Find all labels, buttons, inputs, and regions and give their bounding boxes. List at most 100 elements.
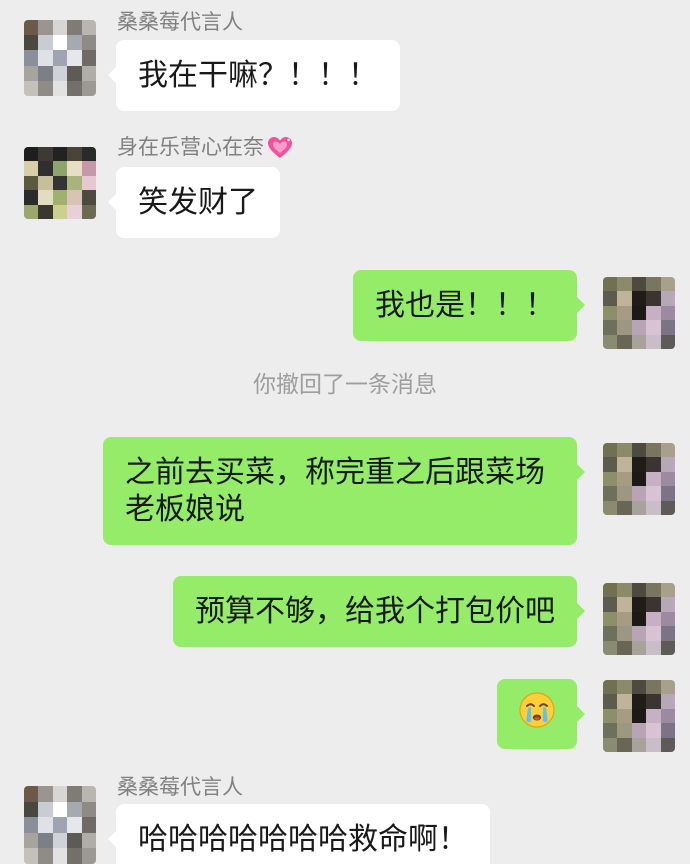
avatar-mosaic-cell	[660, 583, 675, 598]
chat-message-list[interactable]: 桑桑莓代言人 我在干嘛？！！！ 身在乐营心在奈 笑发财了 我也是！！！ 你撤回了…	[0, 0, 690, 864]
avatar-mosaic-cell	[81, 190, 96, 205]
avatar-mosaic-cell	[603, 277, 618, 292]
avatar-mosaic-cell	[24, 147, 39, 162]
avatar-mosaic-cell	[52, 175, 68, 191]
avatar-mosaic-cell	[603, 694, 618, 709]
avatar-mosaic-cell	[52, 832, 68, 849]
avatar-mosaic-cell	[603, 334, 618, 349]
avatar-mosaic-cell	[67, 65, 82, 81]
avatar-mosaic-cell	[660, 694, 675, 709]
avatar-mosaic-cell	[646, 443, 661, 458]
avatar-mosaic-cell	[646, 457, 661, 472]
avatar-mosaic-cell	[631, 626, 647, 641]
message-bubble[interactable]: 之前去买菜，称完重之后跟菜场老板娘说	[103, 437, 585, 545]
avatar-mosaic-cell	[617, 486, 632, 501]
avatar-mosaic-cell	[38, 175, 53, 191]
avatar-mosaic-cell	[67, 147, 82, 162]
avatar-mosaic-cell	[603, 708, 618, 724]
message-text: 哈哈哈哈哈哈哈救命啊！	[138, 823, 468, 856]
avatar-mosaic-cell	[617, 471, 632, 487]
avatar-mosaic-cell	[603, 486, 618, 501]
avatar-mosaic-cell	[617, 291, 632, 306]
avatar-mosaic-cell	[631, 305, 647, 321]
message-text: 我在干嘛？！！！	[138, 59, 378, 92]
avatar-mosaic-cell	[631, 583, 647, 598]
avatar-mosaic-cell	[646, 680, 661, 695]
avatar-mosaic-cell	[603, 723, 618, 738]
recall-notice: 你撤回了一条消息	[253, 371, 437, 397]
avatar-mosaic-cell	[38, 817, 53, 833]
message-text: 之前去买菜，称完重之后跟菜场老板娘说	[125, 456, 545, 526]
avatar-mosaic-cell	[81, 147, 96, 162]
sender-name-text: 桑桑莓代言人	[117, 776, 243, 799]
avatar-mosaic-cell	[52, 204, 68, 219]
sender-name-text: 桑桑莓代言人	[117, 11, 243, 34]
avatar-mosaic-cell	[646, 471, 661, 487]
avatar-mosaic-cell	[52, 817, 68, 833]
self-avatar[interactable]	[603, 277, 675, 349]
message-bubble[interactable]: 我在干嘛？！！！	[108, 40, 400, 111]
avatar-mosaic-cell	[631, 486, 647, 501]
avatar-mosaic-cell	[38, 801, 53, 818]
avatar-mosaic-cell	[52, 65, 68, 81]
message-bubble[interactable]: 预算不够，给我个打包价吧	[173, 576, 585, 647]
avatar-mosaic-cell	[617, 443, 632, 458]
avatar-mosaic-cell	[631, 277, 647, 292]
avatar-mosaic-cell	[603, 680, 618, 695]
avatar-mosaic-cell	[81, 161, 96, 176]
message-bubble[interactable]: 哈哈哈哈哈哈哈救命啊！	[108, 804, 490, 864]
self-avatar[interactable]	[603, 443, 675, 515]
avatar-mosaic-cell	[617, 708, 632, 724]
message-bubble[interactable]: 笑发财了	[108, 167, 280, 238]
avatar-mosaic-cell	[67, 80, 82, 96]
avatar-mosaic-cell	[38, 786, 53, 802]
self-avatar[interactable]	[603, 680, 675, 752]
avatar-mosaic-cell	[38, 50, 53, 66]
avatar-mosaic-cell	[631, 597, 647, 612]
avatar-mosaic-cell	[81, 817, 96, 833]
avatar-mosaic-cell	[81, 204, 96, 219]
avatar-mosaic-cell	[24, 190, 39, 205]
avatar-mosaic-cell	[52, 786, 68, 802]
avatar-mosaic-cell	[631, 291, 647, 306]
avatar-mosaic-cell	[24, 161, 39, 176]
avatar-mosaic-cell	[631, 500, 647, 515]
avatar-mosaic-cell	[603, 500, 618, 515]
avatar-mosaic-cell	[603, 737, 618, 752]
avatar-mosaic-cell	[646, 277, 661, 292]
avatar-mosaic-cell	[617, 583, 632, 598]
avatar-mosaic-cell	[631, 320, 647, 335]
avatar-mosaic-cell	[646, 611, 661, 627]
avatar-mosaic-cell	[617, 334, 632, 349]
self-avatar[interactable]	[603, 583, 675, 655]
avatar-mosaic-cell	[24, 817, 39, 833]
avatar-mosaic-cell	[81, 801, 96, 818]
avatar-mosaic-cell	[631, 708, 647, 724]
avatar-mosaic-cell	[631, 334, 647, 349]
message-bubble[interactable]: 我也是！！！	[353, 270, 585, 341]
avatar-mosaic-cell	[660, 471, 675, 487]
avatar-mosaic-cell	[660, 597, 675, 612]
avatar-mosaic-cell	[617, 611, 632, 627]
avatar-mosaic-cell	[24, 20, 39, 36]
sender-avatar[interactable]	[24, 147, 96, 219]
avatar-mosaic-cell	[24, 50, 39, 66]
avatar-mosaic-cell	[603, 611, 618, 627]
message-text: 笑发财了	[138, 186, 258, 219]
avatar-mosaic-cell	[38, 204, 53, 219]
avatar-mosaic-cell	[24, 832, 39, 849]
avatar-mosaic-cell	[81, 80, 96, 96]
avatar-mosaic-cell	[617, 694, 632, 709]
avatar-mosaic-cell	[646, 500, 661, 515]
avatar-mosaic-cell	[52, 20, 68, 36]
sender-avatar[interactable]	[24, 20, 96, 96]
sender-avatar[interactable]	[24, 786, 96, 864]
emoji-bubble[interactable]	[497, 679, 585, 749]
avatar-mosaic-cell	[67, 204, 82, 219]
avatar-mosaic-cell	[38, 832, 53, 849]
avatar-mosaic-cell	[603, 443, 618, 458]
avatar-mosaic-cell	[52, 147, 68, 162]
avatar-mosaic-cell	[617, 723, 632, 738]
avatar-mosaic-cell	[52, 80, 68, 96]
avatar-mosaic-cell	[67, 35, 82, 51]
